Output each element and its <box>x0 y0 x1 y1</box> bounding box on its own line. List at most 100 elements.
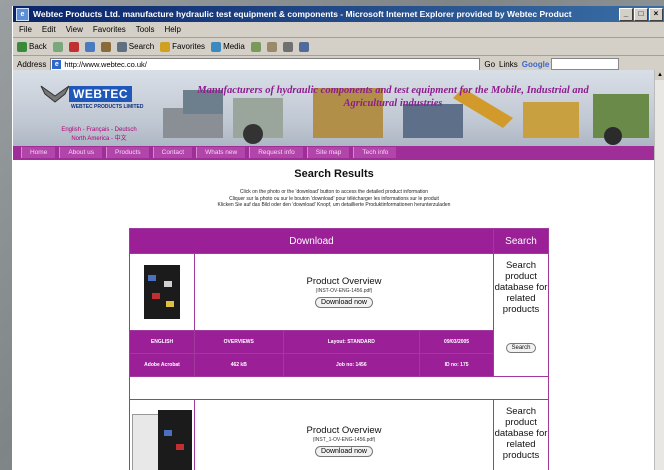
nav-site-map[interactable]: Site map <box>306 147 350 158</box>
category-value: OVERVIEWS <box>194 330 284 354</box>
size-value: 462 kB <box>194 353 284 377</box>
google-label: Google <box>521 59 550 69</box>
nav-contact[interactable]: Contact <box>152 147 193 158</box>
language-line-1[interactable]: English - Français - Deutsch <box>49 126 149 135</box>
product-info-cell: Product Overview (INST-OV-ENG-1456.pdf) … <box>194 253 494 331</box>
logo-subtitle: WEBTEC PRODUCTS LIMITED <box>71 104 144 110</box>
main-content: Search Results Click on the photo or the… <box>13 158 655 470</box>
forward-arrow-icon <box>52 41 63 52</box>
refresh-button[interactable] <box>84 41 95 52</box>
stop-button[interactable] <box>68 41 79 52</box>
table-row: Adobe Acrobat 462 kB Job no: 1456 ID no:… <box>129 353 549 377</box>
links-button[interactable]: Links <box>499 60 518 69</box>
edit-button[interactable] <box>298 41 309 52</box>
address-input[interactable]: e http://www.webtec.co.uk/ <box>50 57 481 71</box>
table-header: Download Search <box>129 228 549 254</box>
menu-view[interactable]: View <box>66 25 83 34</box>
nav-request-info[interactable]: Request info <box>249 147 303 158</box>
star-icon <box>160 41 171 52</box>
nav-whats-new[interactable]: Whats new <box>196 147 246 158</box>
language-line-2[interactable]: North America - 中文 <box>49 135 149 144</box>
date-value: 09/03/2005 <box>419 330 494 354</box>
search-column-header: Search <box>493 228 549 254</box>
download-now-button[interactable]: Download now <box>315 297 373 308</box>
menu-edit[interactable]: Edit <box>42 25 56 34</box>
minimize-button[interactable]: _ <box>619 8 633 21</box>
media-button[interactable]: Media <box>211 41 245 52</box>
menu-help[interactable]: Help <box>164 25 180 34</box>
webtec-logo-area[interactable]: WEBTEC WEBTEC PRODUCTS LIMITED English -… <box>39 82 151 148</box>
product-title: Product Overview <box>306 425 382 436</box>
history-icon <box>250 41 261 52</box>
layout-value: Layout: STANDARD <box>282 330 421 354</box>
media-label: Media <box>223 42 245 51</box>
menu-file[interactable]: File <box>19 25 32 34</box>
product-thumbnail-cell[interactable] <box>129 253 195 331</box>
google-toolbar[interactable]: Google <box>522 58 620 70</box>
edit-icon <box>298 41 309 52</box>
download-now-button[interactable]: Download now <box>315 446 373 457</box>
product-info-cell: Product Overview (INST_1-OV-ENG-1456.pdf… <box>194 399 494 470</box>
back-label: Back <box>29 42 47 51</box>
window-title: Webtec Products Ltd. manufacture hydraul… <box>33 9 572 19</box>
media-icon <box>211 41 222 52</box>
print-button[interactable] <box>282 41 293 52</box>
forward-button[interactable] <box>52 41 63 52</box>
logo-text: WEBTEC <box>69 86 132 102</box>
back-button[interactable]: Back <box>17 41 47 52</box>
site-tagline: Manufacturers of hydraulic components an… <box>197 85 589 109</box>
nav-about-us[interactable]: About us <box>59 147 103 158</box>
page-title: Search Results <box>294 168 374 180</box>
menu-tools[interactable]: Tools <box>136 25 155 34</box>
stop-icon <box>68 41 79 52</box>
close-button[interactable]: × <box>649 8 663 21</box>
search-button[interactable]: Search <box>116 41 155 52</box>
favorites-button[interactable]: Favorites <box>160 41 205 52</box>
table-spacer-row <box>129 376 549 400</box>
scroll-up-arrow-icon[interactable]: ▲ <box>655 70 664 80</box>
instruction-de: Klicken Sie auf das Bild oder den 'downl… <box>217 202 451 208</box>
table-row: ENGLISH OVERVIEWS Layout: STANDARD 09/03… <box>129 330 549 354</box>
menu-bar: File Edit View Favorites Tools Help <box>13 22 664 38</box>
language-links: English - Français - Deutsch North Ameri… <box>49 126 149 144</box>
instructions: Click on the photo or the 'download' but… <box>13 189 655 209</box>
title-bar[interactable]: e Webtec Products Ltd. manufacture hydra… <box>13 6 664 22</box>
ie-icon: e <box>16 7 29 21</box>
page-viewport: WEBTEC WEBTEC PRODUCTS LIMITED English -… <box>13 70 664 470</box>
product-filename: (INST-OV-ENG-1456.pdf) <box>315 288 373 294</box>
search-description: Search product database for related prod… <box>494 406 548 461</box>
product-filename: (INST_1-OV-ENG-1456.pdf) <box>312 437 376 443</box>
nav-tech-info[interactable]: Tech info <box>353 147 397 158</box>
go-button[interactable]: Go <box>484 60 495 69</box>
menu-favorites[interactable]: Favorites <box>93 25 126 34</box>
home-button[interactable] <box>100 41 111 52</box>
site-nav: Home About us Products Contact Whats new… <box>13 146 655 158</box>
vertical-scrollbar[interactable]: ▲ <box>654 70 664 470</box>
nav-products[interactable]: Products <box>106 147 149 158</box>
home-icon <box>100 41 111 52</box>
browser-window: e Webtec Products Ltd. manufacture hydra… <box>12 6 664 470</box>
window-controls: _ □ × <box>619 8 663 21</box>
refresh-icon <box>84 41 95 52</box>
site-banner: WEBTEC WEBTEC PRODUCTS LIMITED English -… <box>13 70 655 158</box>
language-value: ENGLISH <box>129 330 195 354</box>
product-brochure-thumbnail[interactable] <box>144 265 180 319</box>
download-column-header: Download <box>129 228 494 254</box>
search-description: Search product database for related prod… <box>494 260 548 315</box>
id-value: ID no: 175 <box>419 353 494 377</box>
mail-button[interactable] <box>266 41 277 52</box>
nav-home[interactable]: Home <box>21 147 56 158</box>
format-value: Adobe Acrobat <box>129 353 195 377</box>
product-brochure-thumbnail[interactable] <box>130 410 194 470</box>
history-button[interactable] <box>250 41 261 52</box>
search-cell: Search product database for related prod… <box>493 253 549 377</box>
product-thumbnail-cell[interactable] <box>129 399 195 470</box>
google-search-input[interactable] <box>551 58 620 70</box>
search-cell: Search product database for related prod… <box>493 399 549 470</box>
maximize-button[interactable]: □ <box>634 8 648 21</box>
search-related-button[interactable]: Search <box>506 343 536 353</box>
table-row: Product Overview (INST_1-OV-ENG-1456.pdf… <box>129 399 549 470</box>
table-row: Product Overview (INST-OV-ENG-1456.pdf) … <box>129 253 549 377</box>
results-table: Download Search Product Overview (INST-O… <box>129 228 549 470</box>
search-label: Search <box>128 42 155 51</box>
